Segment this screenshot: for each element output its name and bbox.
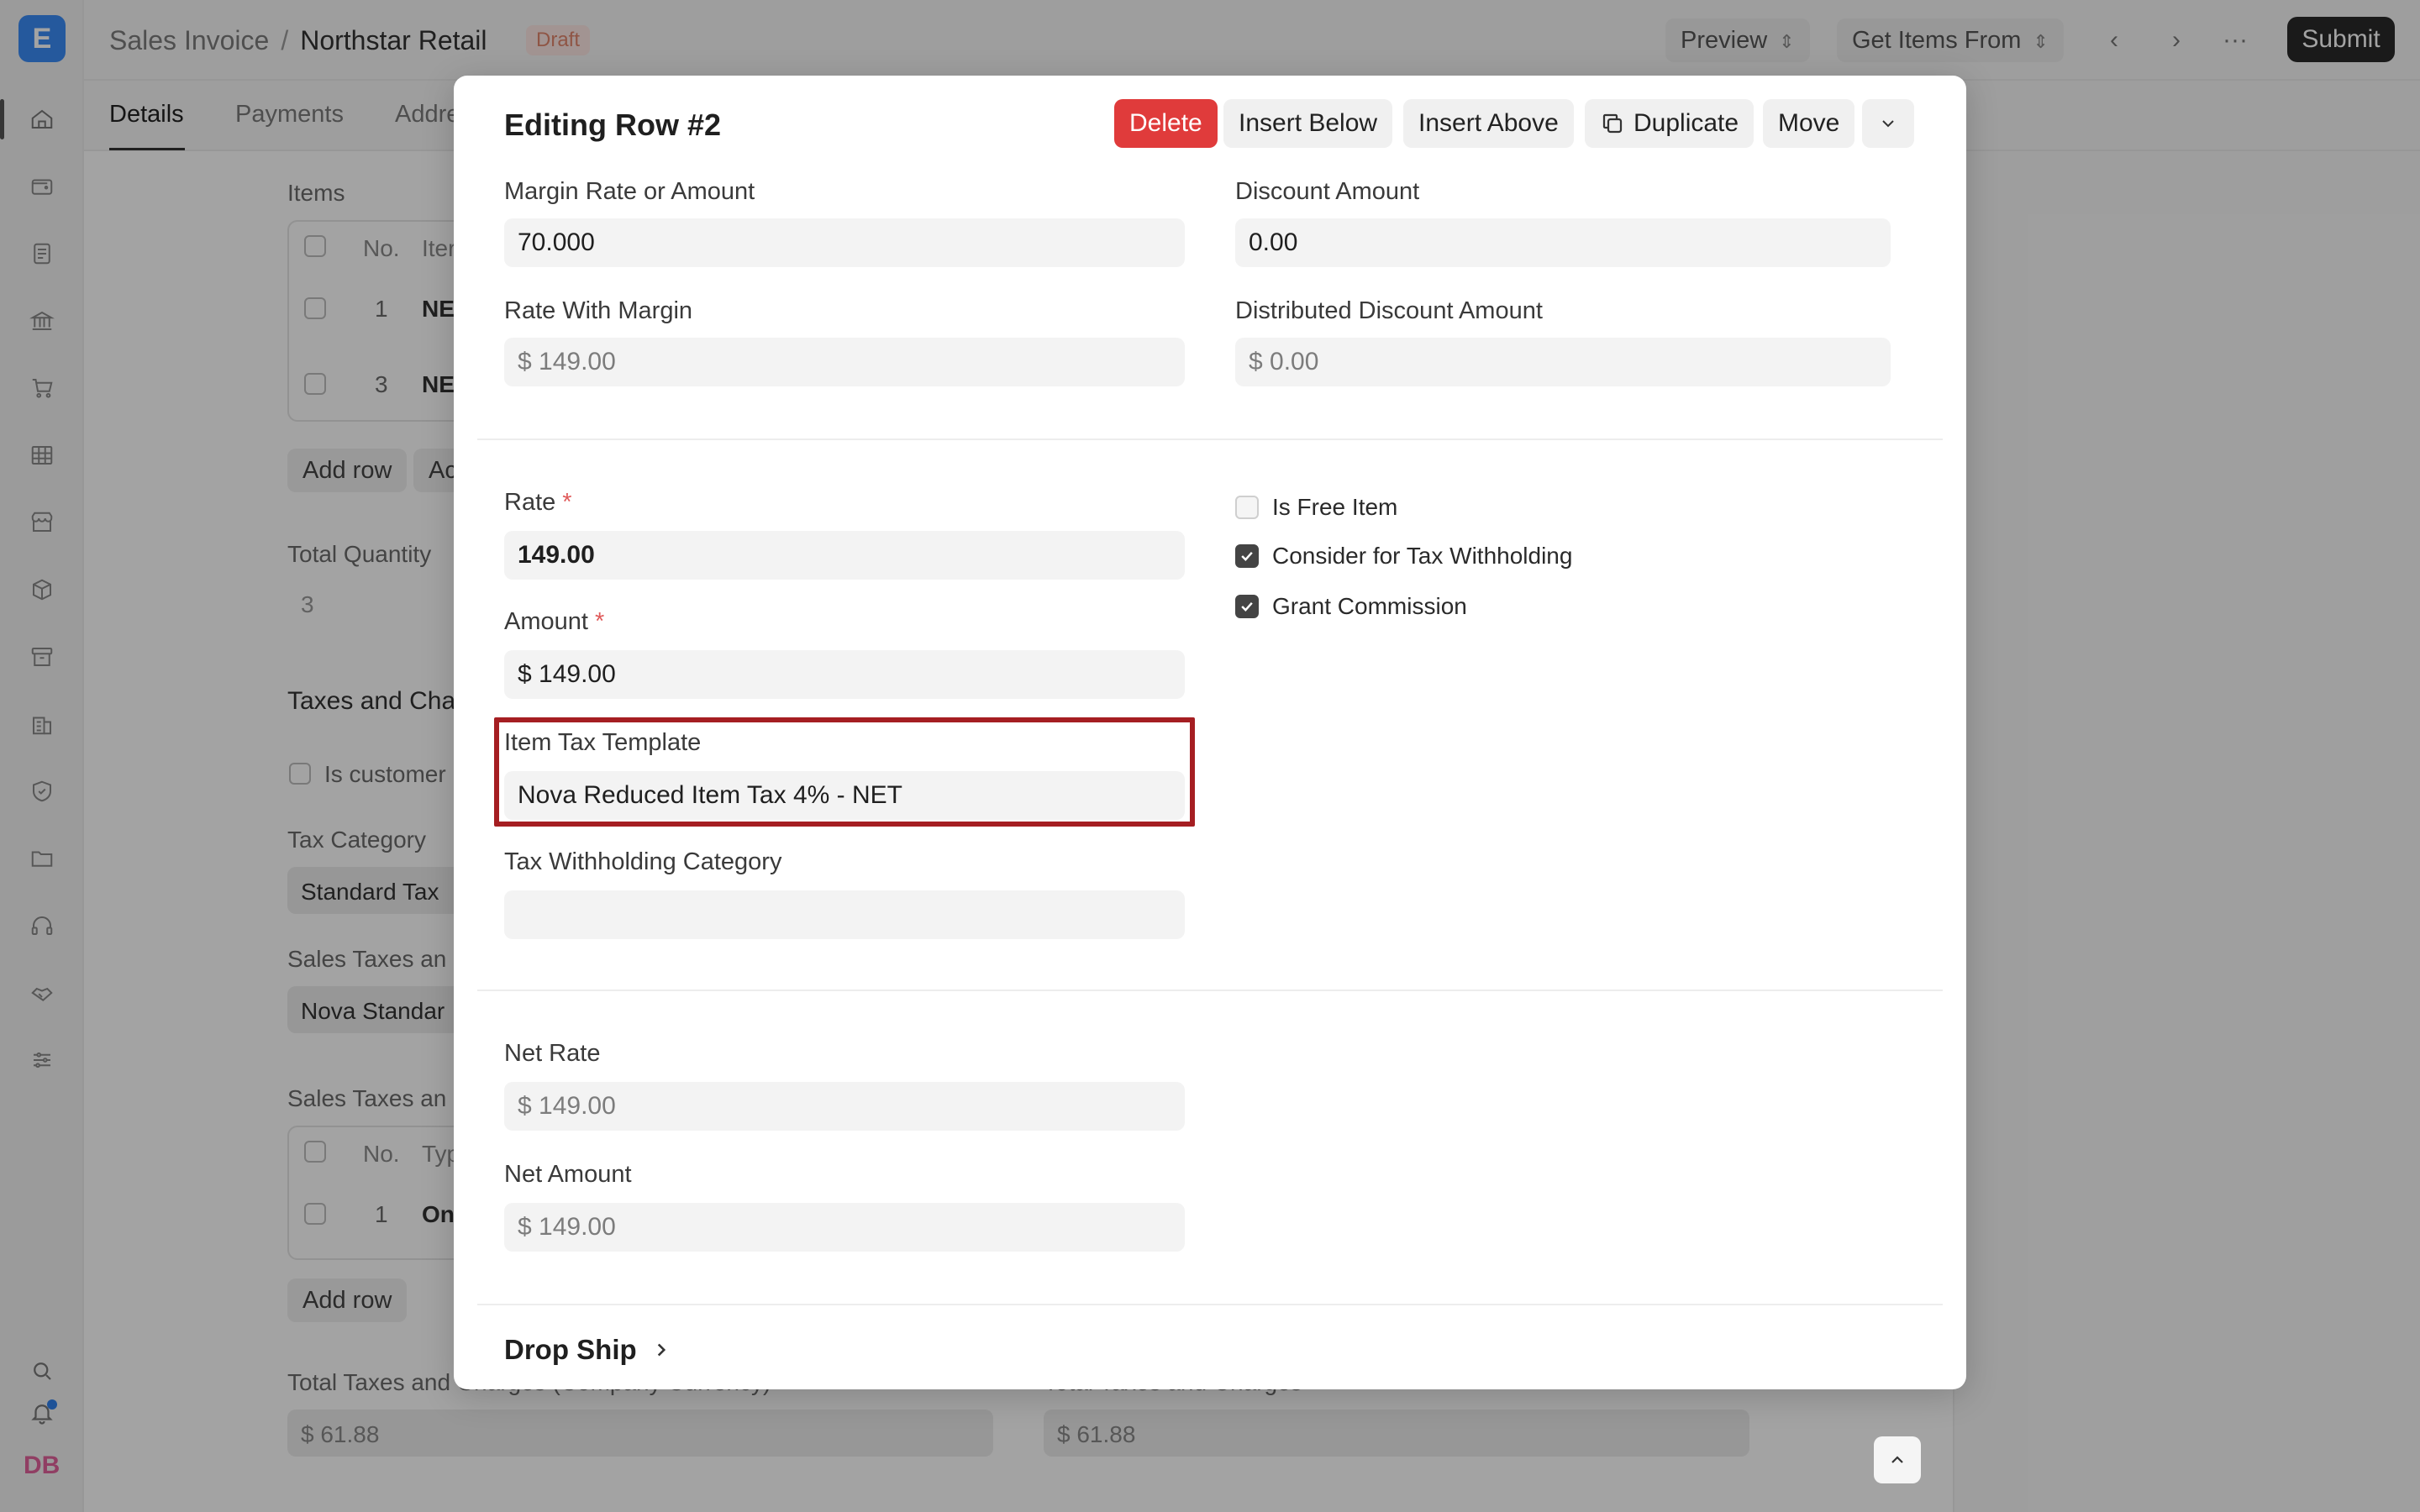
more-actions-button[interactable] <box>1862 99 1914 148</box>
consider-tax-withholding-checkbox-row[interactable]: Consider for Tax Withholding <box>1235 539 1572 573</box>
check-icon <box>1241 551 1253 561</box>
amount-label: Amount * <box>504 608 604 636</box>
move-label: Move <box>1778 109 1840 137</box>
rate-with-margin-label: Rate With Margin <box>504 297 693 324</box>
duplicate-label: Duplicate <box>1634 109 1739 137</box>
rate-input[interactable]: 149.00 <box>504 531 1185 580</box>
copy-icon <box>1602 113 1623 134</box>
dialog-title: Editing Row #2 <box>504 108 722 142</box>
duplicate-button[interactable]: Duplicate <box>1585 99 1754 148</box>
required-marker: * <box>594 608 605 635</box>
rate-label: Rate * <box>504 489 572 517</box>
drop-ship-section-toggle[interactable]: Drop Ship <box>504 1334 672 1366</box>
item-tax-template-input[interactable]: Nova Reduced Item Tax 4% - NET <box>504 771 1185 820</box>
margin-rate-label: Margin Rate or Amount <box>504 178 755 205</box>
tax-withholding-category-input[interactable] <box>504 890 1185 939</box>
grant-commission-checkbox[interactable] <box>1235 595 1259 618</box>
margin-rate-input[interactable]: 70.000 <box>504 218 1185 267</box>
section-divider <box>477 990 1943 991</box>
move-button[interactable]: Move <box>1763 99 1855 148</box>
delete-button-label: Delete <box>1129 109 1202 137</box>
grant-commission-checkbox-row[interactable]: Grant Commission <box>1235 590 1467 623</box>
chevron-right-icon <box>657 1343 666 1357</box>
net-rate-label: Net Rate <box>504 1040 601 1067</box>
amount-field: $ 149.00 <box>504 650 1185 699</box>
insert-below-button[interactable]: Insert Below <box>1223 99 1393 148</box>
insert-below-label: Insert Below <box>1239 109 1378 137</box>
is-free-item-checkbox-row[interactable]: Is Free Item <box>1235 491 1397 524</box>
amount-label-text: Amount <box>504 608 588 635</box>
edit-row-dialog: Editing Row #2 Delete Insert Below Inser… <box>454 76 1966 1389</box>
rate-with-margin-field: $ 149.00 <box>504 338 1185 386</box>
check-icon <box>1241 601 1253 612</box>
consider-tax-withholding-label: Consider for Tax Withholding <box>1272 543 1573 569</box>
net-rate-field: $ 149.00 <box>504 1082 1185 1131</box>
discount-amount-input[interactable]: 0.00 <box>1235 218 1891 267</box>
section-divider <box>477 438 1943 440</box>
consider-tax-withholding-checkbox[interactable] <box>1235 544 1259 568</box>
item-tax-template-label: Item Tax Template <box>504 729 702 756</box>
tax-withholding-category-label: Tax Withholding Category <box>504 848 782 875</box>
insert-above-button[interactable]: Insert Above <box>1403 99 1574 148</box>
required-marker: * <box>562 489 572 516</box>
chevron-down-icon <box>1882 120 1894 128</box>
insert-above-label: Insert Above <box>1418 109 1559 137</box>
drop-ship-label: Drop Ship <box>504 1334 637 1365</box>
distributed-discount-field: $ 0.00 <box>1235 338 1891 386</box>
net-amount-label: Net Amount <box>504 1161 632 1188</box>
net-amount-field: $ 149.00 <box>504 1203 1185 1252</box>
delete-button[interactable]: Delete <box>1114 99 1218 148</box>
grant-commission-label: Grant Commission <box>1272 593 1467 619</box>
discount-amount-label: Discount Amount <box>1235 178 1420 205</box>
chevron-up-icon <box>1891 1456 1903 1463</box>
distributed-discount-label: Distributed Discount Amount <box>1235 297 1543 324</box>
is-free-item-label: Is Free Item <box>1272 494 1398 520</box>
is-free-item-checkbox[interactable] <box>1235 496 1259 519</box>
scroll-to-top-button[interactable] <box>1874 1436 1921 1483</box>
section-divider <box>477 1304 1943 1305</box>
rate-label-text: Rate <box>504 489 556 516</box>
